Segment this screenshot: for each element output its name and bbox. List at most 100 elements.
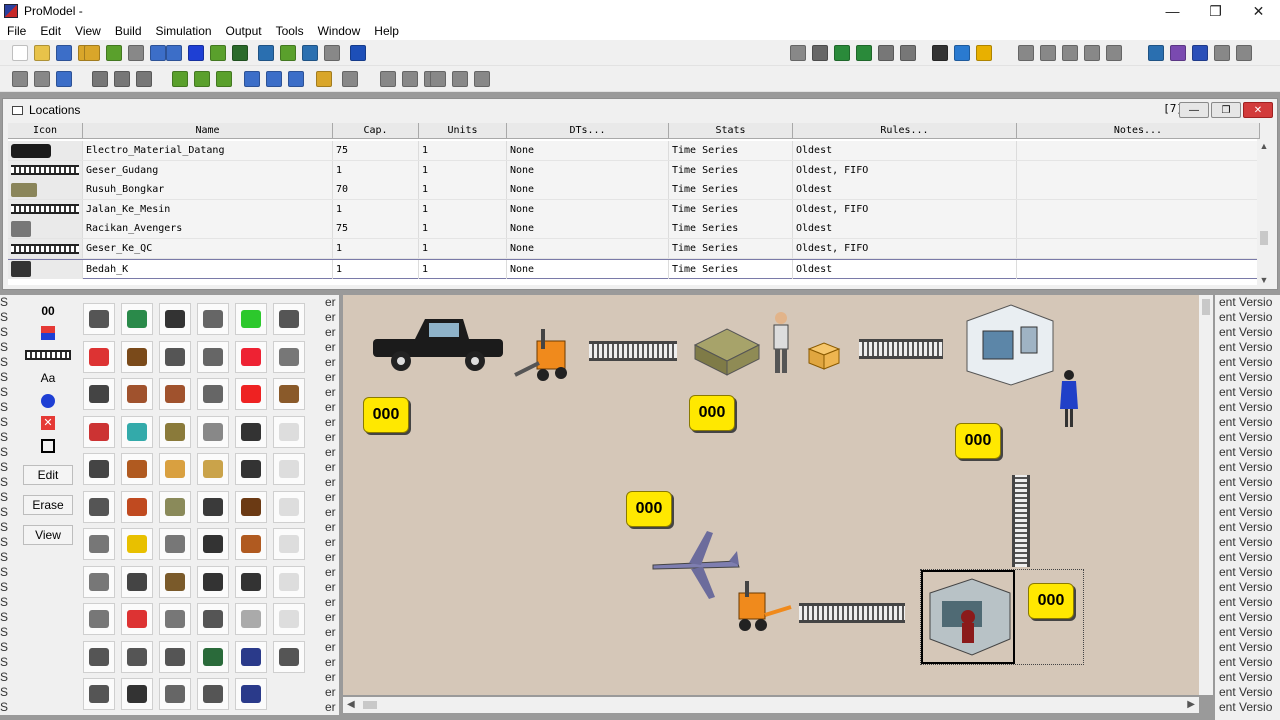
- library-graphic-icon[interactable]: [159, 640, 191, 673]
- entities-icon[interactable]: [106, 45, 122, 61]
- column-header-cap[interactable]: Cap.: [333, 123, 419, 139]
- cell-cap[interactable]: 1: [333, 239, 419, 258]
- airplane-icon[interactable]: [651, 527, 741, 603]
- line-icon[interactable]: [210, 45, 226, 61]
- cell-dts[interactable]: None: [507, 141, 669, 160]
- cell-rules[interactable]: Oldest: [793, 259, 1017, 279]
- library-graphic-icon[interactable]: [197, 565, 229, 598]
- library-graphic-icon[interactable]: [121, 640, 153, 673]
- cell-name[interactable]: Geser_Gudang: [83, 160, 333, 180]
- run-icon[interactable]: [402, 71, 418, 87]
- globe-icon[interactable]: [954, 45, 970, 61]
- library-graphic-icon[interactable]: [159, 678, 191, 710]
- scroll-left-icon[interactable]: ◀: [347, 699, 355, 710]
- pallet-icon[interactable]: [8, 180, 83, 200]
- cell-notes[interactable]: [1017, 259, 1260, 279]
- stop-icon[interactable]: [900, 45, 916, 61]
- locations-scrollbar[interactable]: ▲ ▼: [1257, 139, 1271, 287]
- pallet-icon[interactable]: [693, 325, 761, 377]
- circle-icon[interactable]: [188, 45, 204, 61]
- library-graphic-icon[interactable]: [121, 453, 153, 485]
- library-graphic-icon[interactable]: [121, 565, 153, 598]
- square-tool[interactable]: [23, 436, 73, 456]
- library-graphic-icon[interactable]: [197, 640, 229, 673]
- lightning-icon[interactable]: [976, 45, 992, 61]
- layout-vertical-scrollbar[interactable]: [1199, 295, 1213, 695]
- library-graphic-icon[interactable]: [83, 453, 115, 485]
- v-icon[interactable]: [1018, 45, 1034, 61]
- library-graphic-icon[interactable]: [273, 415, 305, 448]
- library-graphic-icon[interactable]: [197, 603, 229, 635]
- column-header-dts[interactable]: DTs...: [507, 123, 669, 139]
- v-icon[interactable]: [1062, 45, 1078, 61]
- cell-notes[interactable]: [1017, 239, 1260, 258]
- cell-stats[interactable]: Time Series: [669, 259, 793, 279]
- forklift-icon[interactable]: [511, 323, 575, 387]
- conveyor-icon[interactable]: [8, 239, 83, 258]
- cell-cap[interactable]: 75: [333, 141, 419, 160]
- cell-cap[interactable]: 1: [333, 199, 419, 219]
- save-icon[interactable]: [56, 45, 72, 61]
- cell-units[interactable]: 1: [419, 180, 507, 200]
- layout-horizontal-scrollbar[interactable]: ◀ ▶: [343, 697, 1199, 713]
- cell-cap[interactable]: 1: [333, 160, 419, 180]
- layout-icon[interactable]: [92, 71, 108, 87]
- align-icon[interactable]: [474, 71, 490, 87]
- location-counter[interactable]: 000: [1028, 583, 1074, 619]
- location-counter[interactable]: 000: [689, 395, 735, 431]
- array-v-icon[interactable]: [194, 71, 210, 87]
- library-graphic-icon[interactable]: [197, 528, 229, 560]
- array-a-icon[interactable]: [172, 71, 188, 87]
- library-graphic-icon[interactable]: [197, 678, 229, 710]
- arrange-icon[interactable]: [302, 45, 318, 61]
- view-button[interactable]: View: [23, 525, 73, 545]
- library-graphic-icon[interactable]: [273, 340, 305, 373]
- cell-name[interactable]: Rusuh_Bongkar: [83, 180, 333, 200]
- triangle-icon[interactable]: [1192, 45, 1208, 61]
- menu-window[interactable]: Window: [311, 24, 368, 38]
- clear-icon[interactable]: [324, 45, 340, 61]
- library-graphic-icon[interactable]: [235, 340, 267, 373]
- edit-button[interactable]: Edit: [23, 465, 73, 485]
- table-row[interactable]: Geser_Gudang 1 1 None Time Series Oldest, FIF…: [8, 160, 1260, 181]
- library-graphic-icon[interactable]: [121, 415, 153, 448]
- u-icon[interactable]: [288, 71, 304, 87]
- conveyor-segment[interactable]: [589, 341, 677, 361]
- text-tool[interactable]: Aa: [23, 368, 73, 388]
- workstation-icon[interactable]: [8, 259, 83, 279]
- table-row[interactable]: Rusuh_Bongkar 70 1 None Time Series Oldest: [8, 180, 1260, 201]
- grid-icon[interactable]: [932, 45, 948, 61]
- library-graphic-icon[interactable]: [121, 490, 153, 523]
- forklift-icon[interactable]: [731, 579, 793, 637]
- menu-file[interactable]: File: [0, 24, 33, 38]
- column-header-units[interactable]: Units: [419, 123, 507, 139]
- conveyor-segment[interactable]: [859, 339, 943, 359]
- library-graphic-icon[interactable]: [273, 490, 305, 523]
- library-graphic-icon[interactable]: [235, 490, 267, 523]
- new-file-icon[interactable]: [12, 45, 28, 61]
- cell-notes[interactable]: [1017, 141, 1260, 160]
- conveyor-icon[interactable]: [8, 199, 83, 219]
- scroll-right-icon[interactable]: ▶: [1187, 699, 1195, 710]
- library-graphic-icon[interactable]: [273, 640, 305, 673]
- library-graphic-icon[interactable]: [159, 340, 191, 373]
- cell-notes[interactable]: [1017, 219, 1260, 239]
- library-graphic-icon[interactable]: [197, 340, 229, 373]
- cell-units[interactable]: 1: [419, 219, 507, 239]
- cell-dts[interactable]: None: [507, 199, 669, 219]
- edit-table-icon[interactable]: [34, 71, 50, 87]
- pause-icon[interactable]: [878, 45, 894, 61]
- library-graphic-icon[interactable]: [121, 603, 153, 635]
- vertical-conveyor[interactable]: [1012, 475, 1030, 567]
- chart-icon[interactable]: [1084, 45, 1100, 61]
- locations-window-caption[interactable]: Locations [7] — ❐ ✕: [3, 99, 1277, 121]
- library-graphic-icon[interactable]: [273, 603, 305, 635]
- location-counter[interactable]: 000: [626, 491, 672, 527]
- cell-cap[interactable]: 75: [333, 219, 419, 239]
- library-graphic-icon[interactable]: [83, 415, 115, 448]
- cell-units[interactable]: 1: [419, 141, 507, 160]
- cell-name[interactable]: Electro_Material_Datang: [83, 141, 333, 160]
- library-graphic-icon[interactable]: [159, 378, 191, 410]
- scroll-down-icon[interactable]: ▼: [1259, 275, 1269, 285]
- library-graphic-icon[interactable]: [197, 378, 229, 410]
